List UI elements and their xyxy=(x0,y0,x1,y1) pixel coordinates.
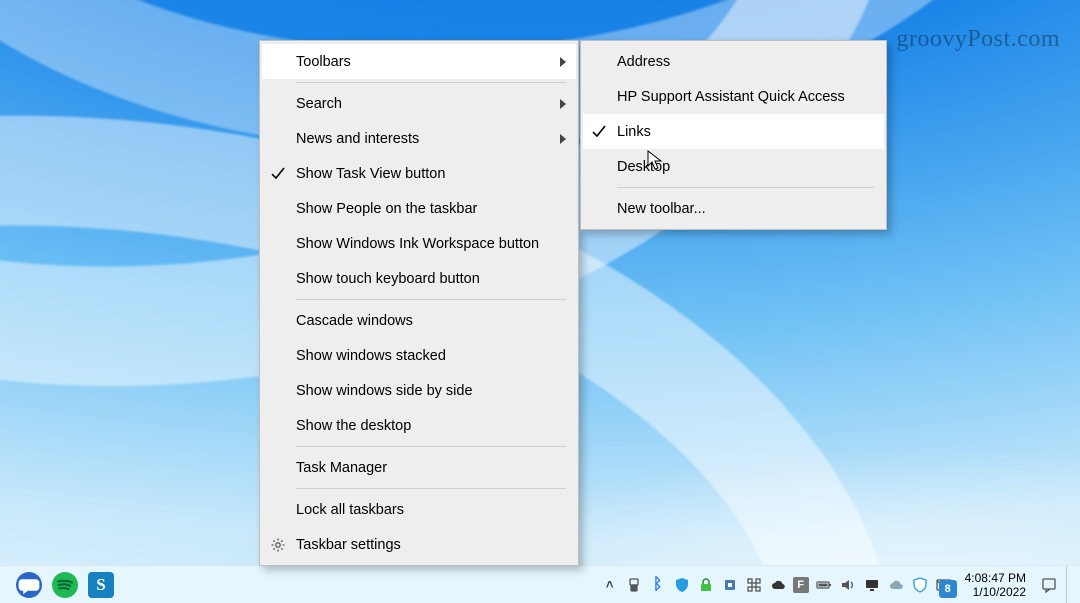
menu-separator xyxy=(296,446,566,447)
menu-label: Show People on the taskbar xyxy=(296,201,477,217)
menu-label: Lock all taskbars xyxy=(296,502,404,518)
menu-separator xyxy=(296,299,566,300)
tray-chip-icon[interactable] xyxy=(721,576,739,594)
tray-f-square-icon[interactable]: F xyxy=(793,577,809,593)
menu-item-lock-taskbars[interactable]: Lock all taskbars xyxy=(262,492,576,527)
menu-item-show-touch-keyboard[interactable]: Show touch keyboard button xyxy=(262,261,576,296)
submenu-item-links[interactable]: Links xyxy=(583,114,884,149)
taskbar-clock[interactable]: 4:08:47 PM 1/10/2022 xyxy=(959,571,1032,599)
tray-battery-icon[interactable] xyxy=(815,576,833,594)
chevron-right-icon xyxy=(560,134,566,144)
menu-item-show-desktop[interactable]: Show the desktop xyxy=(262,408,576,443)
gear-icon xyxy=(270,537,286,553)
mail-badge-count: 8 xyxy=(939,580,957,598)
menu-label: Task Manager xyxy=(296,460,387,476)
menu-item-side-by-side[interactable]: Show windows side by side xyxy=(262,373,576,408)
show-desktop-button[interactable] xyxy=(1066,566,1072,603)
spotify-icon xyxy=(50,570,80,600)
menu-label: Show windows stacked xyxy=(296,348,446,364)
menu-item-search[interactable]: Search xyxy=(262,86,576,121)
taskbar-app-snagit[interactable]: S xyxy=(86,570,116,600)
tray-mail-icon[interactable]: 8 xyxy=(935,576,953,594)
menu-label: Cascade windows xyxy=(296,313,413,329)
taskbar-app-spotify[interactable] xyxy=(50,570,80,600)
menu-item-toolbars[interactable]: Toolbars xyxy=(262,44,576,79)
checkmark-icon xyxy=(591,123,607,139)
tray-shield-icon[interactable] xyxy=(673,576,691,594)
chevron-right-icon xyxy=(560,99,566,109)
mouse-cursor-icon xyxy=(647,150,665,172)
tray-monitor-icon[interactable] xyxy=(863,576,881,594)
menu-label: HP Support Assistant Quick Access xyxy=(617,89,845,105)
taskbar-right: ˄ ᛒ F xyxy=(601,566,1080,603)
menu-label: Show touch keyboard button xyxy=(296,271,480,287)
menu-label: Show Windows Ink Workspace button xyxy=(296,236,539,252)
tray-expand-button[interactable]: ˄ xyxy=(601,576,619,594)
menu-label: Taskbar settings xyxy=(296,537,401,553)
chat-bubble-icon xyxy=(14,570,44,600)
tray-grid-icon[interactable] xyxy=(745,576,763,594)
checkmark-icon xyxy=(270,165,286,181)
taskbar-left: S xyxy=(0,570,116,600)
tray-security-icon[interactable] xyxy=(911,576,929,594)
taskbar-context-menu: Toolbars Search News and interests Show … xyxy=(259,40,579,566)
menu-label: Address xyxy=(617,54,670,70)
menu-item-taskbar-settings[interactable]: Taskbar settings xyxy=(262,527,576,562)
menu-item-cascade-windows[interactable]: Cascade windows xyxy=(262,303,576,338)
tray-usb-icon[interactable] xyxy=(625,576,643,594)
submenu-item-hp-quick-access[interactable]: HP Support Assistant Quick Access xyxy=(583,79,884,114)
snagit-letter: S xyxy=(96,575,105,595)
menu-item-show-people[interactable]: Show People on the taskbar xyxy=(262,191,576,226)
menu-separator xyxy=(296,488,566,489)
menu-separator xyxy=(296,82,566,83)
menu-label: Show the desktop xyxy=(296,418,411,434)
menu-label: Show Task View button xyxy=(296,166,445,182)
tray-volume-icon[interactable] xyxy=(839,576,857,594)
action-center-button[interactable] xyxy=(1038,576,1060,594)
menu-label: Search xyxy=(296,96,342,112)
menu-item-task-manager[interactable]: Task Manager xyxy=(262,450,576,485)
tray-onedrive-icon[interactable] xyxy=(887,576,905,594)
tray-cloud-dark-icon[interactable] xyxy=(769,576,787,594)
menu-label: Links xyxy=(617,124,651,140)
taskbar[interactable]: S ˄ ᛒ F xyxy=(0,565,1080,603)
tray-bluetooth-icon[interactable]: ᛒ xyxy=(649,576,667,594)
clock-date: 1/10/2022 xyxy=(973,585,1026,599)
menu-item-show-ink[interactable]: Show Windows Ink Workspace button xyxy=(262,226,576,261)
toolbars-submenu: Address HP Support Assistant Quick Acces… xyxy=(580,40,887,230)
clock-time: 4:08:47 PM xyxy=(965,571,1026,585)
menu-separator xyxy=(617,187,874,188)
submenu-item-desktop[interactable]: Desktop xyxy=(583,149,884,184)
menu-item-news-and-interests[interactable]: News and interests xyxy=(262,121,576,156)
chevron-right-icon xyxy=(560,57,566,67)
menu-label: Show windows side by side xyxy=(296,383,473,399)
menu-item-show-task-view[interactable]: Show Task View button xyxy=(262,156,576,191)
submenu-item-address[interactable]: Address xyxy=(583,44,884,79)
menu-label: New toolbar... xyxy=(617,201,706,217)
submenu-item-new-toolbar[interactable]: New toolbar... xyxy=(583,191,884,226)
menu-label: Toolbars xyxy=(296,54,351,70)
tray-lock-icon[interactable] xyxy=(697,576,715,594)
watermark-text: groovyPost.com xyxy=(896,26,1060,53)
taskbar-app-signal[interactable] xyxy=(14,570,44,600)
menu-label: News and interests xyxy=(296,131,419,147)
menu-item-stacked[interactable]: Show windows stacked xyxy=(262,338,576,373)
